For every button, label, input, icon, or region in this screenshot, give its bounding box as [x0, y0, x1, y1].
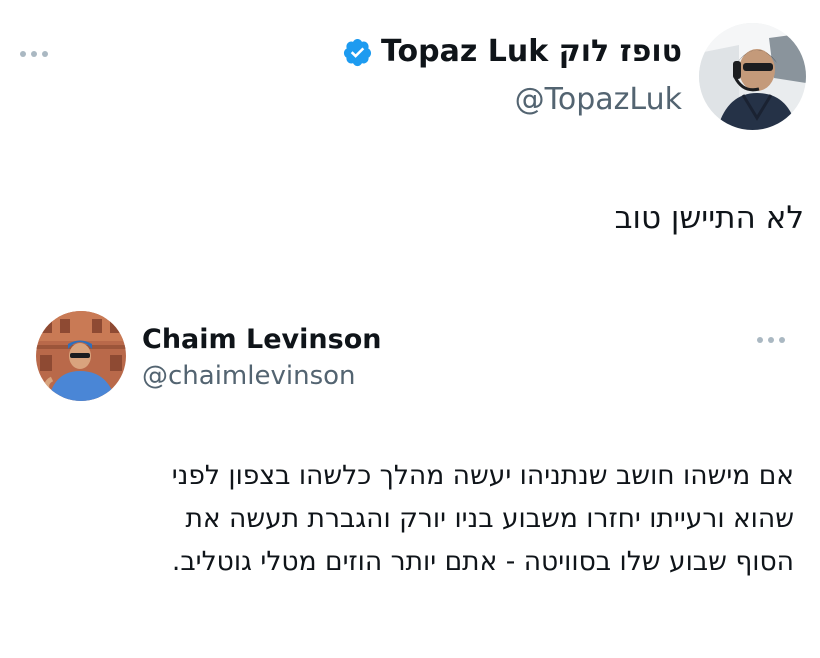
author-handle[interactable]: @TopazLuk: [515, 80, 682, 120]
author-name-row[interactable]: טופז לוק Topaz Luk: [342, 32, 682, 72]
tweet-more-options-button[interactable]: [20, 51, 48, 57]
quoted-author-handle[interactable]: @chaimlevinson: [142, 358, 356, 394]
more-dot: [31, 51, 37, 57]
more-dot: [768, 337, 774, 343]
tweet-text: לא התיישן טוב: [614, 200, 804, 236]
more-dot: [20, 51, 26, 57]
quoted-author-display-name[interactable]: Chaim Levinson: [142, 322, 381, 358]
quoted-author-avatar[interactable]: [36, 311, 126, 401]
quoted-tweet-text-line: אם מישהו חושב שנתניהו יעשה מהלך כלשהו בצ…: [171, 460, 794, 491]
quoted-tweet-text: אם מישהו חושב שנתניהו יעשה מהלך כלשהו בצ…: [20, 454, 794, 583]
verified-badge-icon: [343, 38, 372, 66]
quoted-tweet-text-line: הסוף שבוע שלו בסוויטה - אתם יותר הוזים מ…: [171, 546, 794, 577]
quoted-tweet-more-options-button[interactable]: [757, 337, 785, 343]
avatar-image: [36, 311, 126, 401]
author-avatar[interactable]: [699, 23, 806, 130]
more-dot: [779, 337, 785, 343]
author-display-name: טופז לוק Topaz Luk: [381, 34, 682, 69]
avatar-image: [699, 23, 806, 130]
quoted-tweet-text-line: שהוא ורעייתו יחזרו משבוע בניו יורק והגבר…: [185, 503, 794, 534]
more-dot: [757, 337, 763, 343]
more-dot: [42, 51, 48, 57]
